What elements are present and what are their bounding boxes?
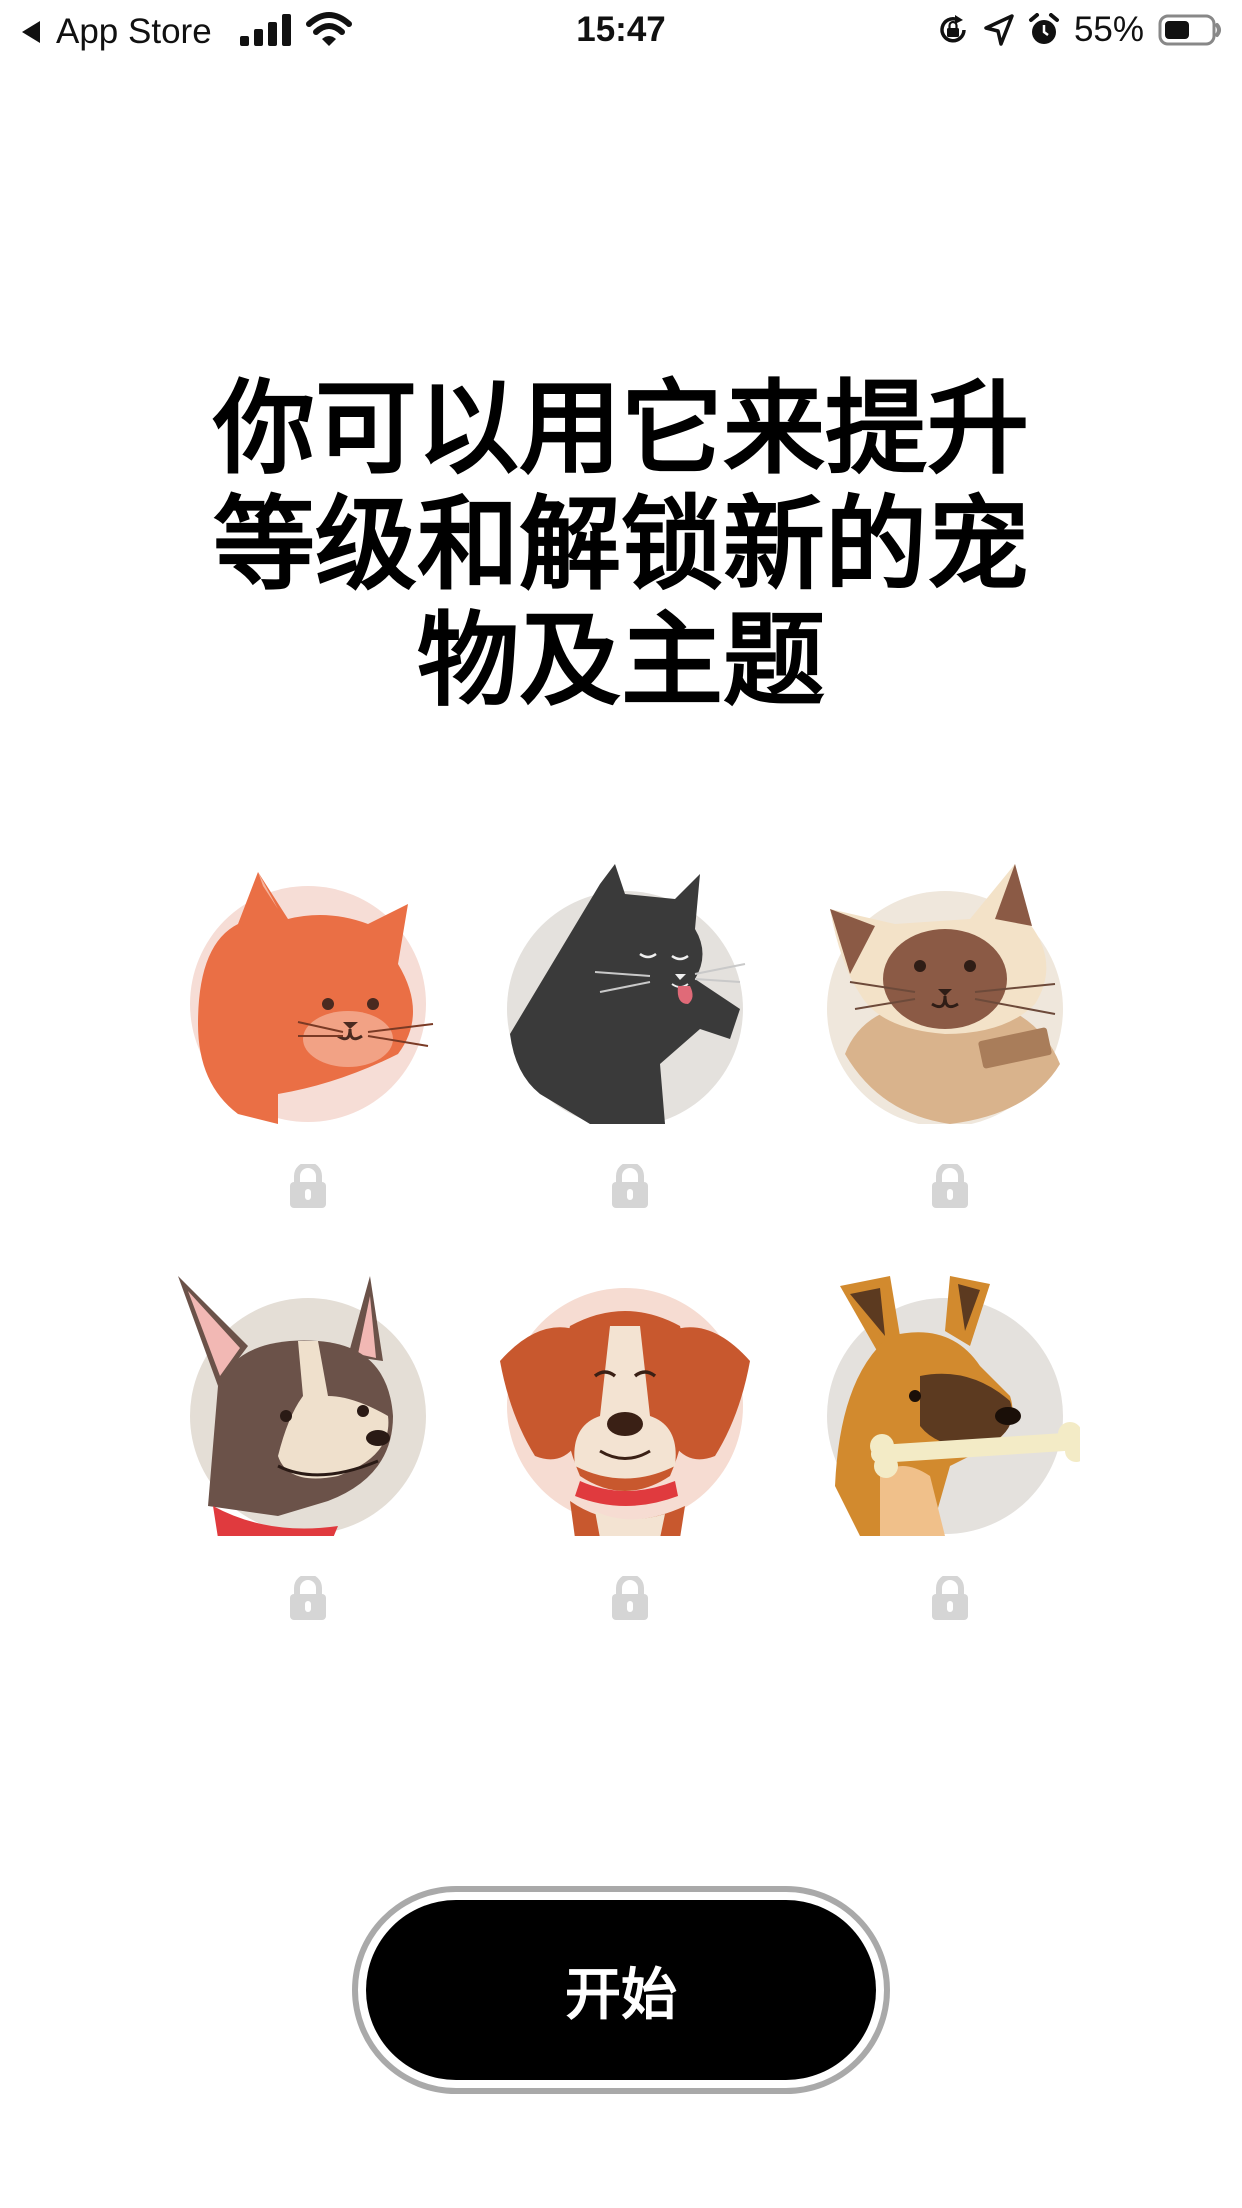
alarm-icon (1028, 13, 1059, 44)
pet-black-cat[interactable] (500, 864, 760, 1208)
boston-terrier-avatar (178, 1276, 426, 1536)
pet-shepherd-dog[interactable] (820, 1276, 1080, 1620)
siamese-cat-avatar (827, 864, 1063, 1124)
pet-beagle[interactable] (500, 1276, 760, 1620)
lock-icon (612, 1576, 648, 1620)
location-arrow-icon (984, 14, 1014, 46)
lock-icon (932, 1576, 968, 1620)
lock-icon (290, 1164, 326, 1208)
lock-icon (932, 1164, 968, 1208)
pet-orange-cat[interactable] (178, 864, 438, 1208)
status-bar: App Store 15:47 55% (0, 0, 1242, 64)
black-cat-avatar (507, 864, 746, 1124)
lock-icon (290, 1576, 326, 1620)
lock-icon (612, 1164, 648, 1208)
beagle-avatar (500, 1288, 750, 1536)
pet-boston-terrier[interactable] (178, 1276, 438, 1620)
pet-siamese-cat[interactable] (820, 864, 1080, 1208)
battery-percent: 55% (1073, 10, 1144, 49)
start-button[interactable]: 开始 (366, 1900, 876, 2080)
rotation-lock-icon (940, 15, 966, 43)
orange-cat-avatar (190, 872, 434, 1124)
battery-icon (1158, 14, 1221, 46)
shepherd-dog-avatar (827, 1276, 1080, 1536)
page-title: 你可以用它来提升等级和解锁新的宠物及主题 (213, 370, 1029, 721)
